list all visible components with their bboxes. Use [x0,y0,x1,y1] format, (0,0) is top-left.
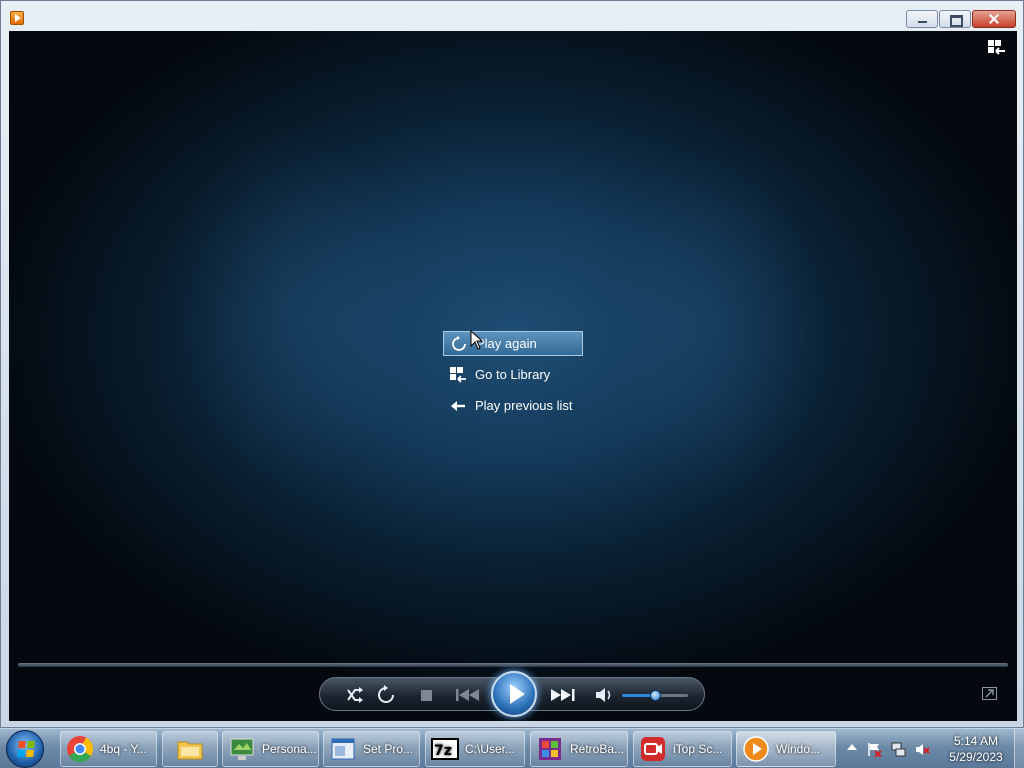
repeat-icon[interactable] [375,684,397,706]
library-icon [450,366,466,383]
window-controls [905,10,1016,28]
go-to-library-option[interactable]: Go to Library [443,362,613,387]
end-of-playback-menu: Play again Go to Library Play previous l… [443,331,583,424]
mouse-cursor [470,330,484,350]
media-player-icon[interactable] [10,11,24,25]
taskbar-item-label: Persona... [262,742,317,756]
taskbar-item-label: Windo... [776,742,821,756]
network-icon[interactable] [891,742,906,757]
play-again-option[interactable]: Play again [443,331,583,356]
stop-icon[interactable] [415,684,437,706]
taskbar-item-personalization[interactable]: Persona... [222,731,319,767]
svg-text:7z: 7z [434,743,452,759]
start-button[interactable] [6,730,44,768]
window-icon [331,738,355,760]
taskbar-item-label: iTop Sc... [673,742,723,756]
windows-media-player-icon [743,736,769,762]
menu-item-label: Play again [476,336,537,351]
clock-date: 5/29/2023 [949,750,1003,764]
taskbar-item-7zip[interactable]: 7z C:\User... [425,731,525,767]
taskbar-item-windows-media-player[interactable]: Windo... [736,731,836,767]
title-bar[interactable] [1,1,1023,31]
playback-controls [319,671,705,717]
back-arrow-icon [451,400,465,411]
taskbar-item-label: C:\User... [465,742,516,756]
maximize-button[interactable] [939,10,971,28]
switch-to-library-icon[interactable] [988,40,1006,56]
menu-item-label: Go to Library [475,367,551,382]
previous-icon[interactable] [452,684,482,706]
itop-screen-recorder-icon [641,737,665,761]
close-button[interactable] [972,10,1016,28]
show-hidden-icons-button[interactable] [847,744,857,750]
taskbar-item-itop-screen-recorder[interactable]: iTop Sc... [633,731,732,767]
taskbar: 4bq - Y... Persona... Set Pro... 7z C:\U… [0,728,1024,768]
taskbar-item-label: Set Pro... [363,742,414,756]
taskbar-item-set-program[interactable]: Set Pro... [323,731,420,767]
seek-bar[interactable] [18,663,1008,667]
taskbar-clock[interactable]: 5:14 AM 5/29/2023 [943,733,1009,765]
replay-icon [452,335,466,351]
menu-item-label: Play previous list [475,398,573,413]
volume-icon[interactable] [593,684,615,706]
volume-slider-thumb[interactable] [650,690,661,701]
retrobar-icon [539,738,561,760]
minimize-button[interactable] [906,10,938,28]
action-center-icon[interactable] [867,742,882,757]
chrome-icon [67,736,94,763]
next-icon[interactable] [548,684,578,706]
shuffle-icon[interactable] [344,684,366,706]
personalization-icon [230,738,254,760]
taskbar-item-explorer[interactable] [162,731,218,767]
taskbar-item-retrobar[interactable]: RetroBa... [530,731,628,767]
play-button[interactable] [491,671,537,717]
now-playing-area: Play again Go to Library Play previous l… [9,31,1017,721]
taskbar-item-chrome[interactable]: 4bq - Y... [60,731,157,767]
taskbar-item-label: RetroBa... [570,742,625,756]
folder-icon [177,741,203,760]
play-previous-list-option[interactable]: Play previous list [443,393,613,418]
media-player-window: Play again Go to Library Play previous l… [0,0,1024,728]
taskbar-item-label: 4bq - Y... [100,742,147,756]
7zip-icon: 7z [431,738,459,760]
clock-time: 5:14 AM [953,734,999,748]
show-desktop-button[interactable] [1014,729,1024,768]
volume-muted-icon[interactable] [915,742,930,757]
volume-slider[interactable] [622,690,688,701]
fullscreen-icon[interactable] [982,687,997,700]
system-tray: 5:14 AM 5/29/2023 [843,729,1024,768]
